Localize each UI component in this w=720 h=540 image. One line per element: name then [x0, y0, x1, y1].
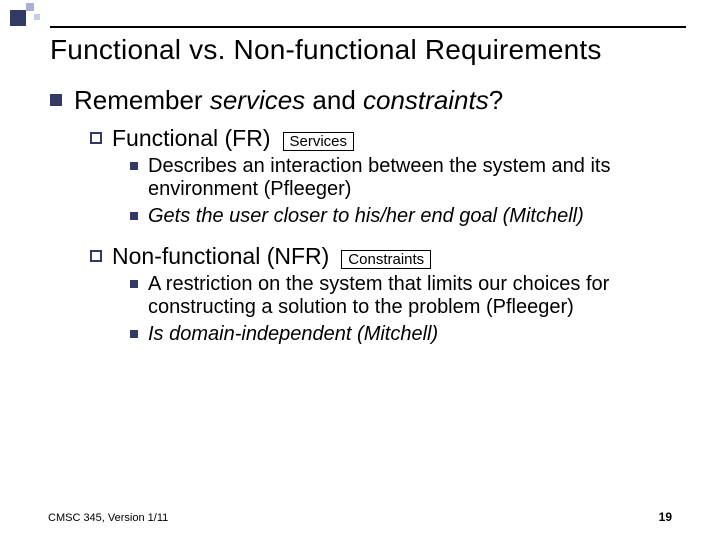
- nonfunctional-label: Non-functional: [112, 243, 260, 269]
- bullet-remember: Remember services and constraints?: [50, 86, 686, 116]
- square-bullet-icon: [130, 280, 138, 288]
- deco-square-med: [26, 3, 34, 11]
- slide: Functional vs. Non-functional Requiremen…: [0, 0, 720, 540]
- hollow-square-bullet-icon: [90, 250, 102, 262]
- square-bullet-icon: [130, 162, 138, 170]
- nonfunctional-item-1: A restriction on the system that limits …: [130, 273, 686, 319]
- nonfunctional-item-2-text: Is domain-independent (Mitchell): [148, 323, 438, 346]
- slide-title: Functional vs. Non-functional Requiremen…: [50, 34, 602, 66]
- heading-nonfunctional-text: Non-functional (NFR) Constraints: [112, 244, 431, 269]
- square-bullet-icon: [130, 330, 138, 338]
- title-rule: [50, 26, 686, 28]
- functional-label: Functional: [112, 125, 218, 151]
- slide-body: Remember services and constraints? Funct…: [50, 86, 686, 346]
- nonfunctional-paren: (NFR): [267, 243, 330, 269]
- functional-item-1-text: Describes an interaction between the sys…: [148, 155, 686, 201]
- footer-course: CMSC 345, Version 1/11: [48, 512, 168, 524]
- remember-text: Remember services and constraints?: [74, 86, 503, 116]
- remember-pre: Remember: [74, 85, 210, 115]
- remember-services: services: [210, 85, 305, 115]
- remember-post: ?: [489, 85, 503, 115]
- square-bullet-icon: [50, 94, 62, 106]
- corner-decoration: [0, 0, 100, 24]
- tag-services: Services: [283, 132, 355, 151]
- heading-functional-text: Functional (FR) Services: [112, 126, 354, 151]
- functional-item-2-text: Gets the user closer to his/her end goal…: [148, 205, 584, 228]
- functional-item-2: Gets the user closer to his/her end goal…: [130, 205, 686, 228]
- remember-mid: and: [305, 85, 363, 115]
- footer: CMSC 345, Version 1/11 19: [48, 510, 672, 524]
- footer-page-number: 19: [659, 510, 672, 524]
- tag-constraints: Constraints: [341, 250, 431, 269]
- square-bullet-icon: [130, 212, 138, 220]
- nonfunctional-item-2: Is domain-independent (Mitchell): [130, 323, 686, 346]
- functional-paren: (FR): [225, 125, 271, 151]
- functional-item-1: Describes an interaction between the sys…: [130, 155, 686, 201]
- hollow-square-bullet-icon: [90, 132, 102, 144]
- deco-square-small: [34, 14, 40, 20]
- deco-square-large: [10, 10, 26, 26]
- heading-nonfunctional: Non-functional (NFR) Constraints: [90, 244, 686, 269]
- nonfunctional-item-1-text: A restriction on the system that limits …: [148, 273, 686, 319]
- heading-functional: Functional (FR) Services: [90, 126, 686, 151]
- remember-constraints: constraints: [363, 85, 489, 115]
